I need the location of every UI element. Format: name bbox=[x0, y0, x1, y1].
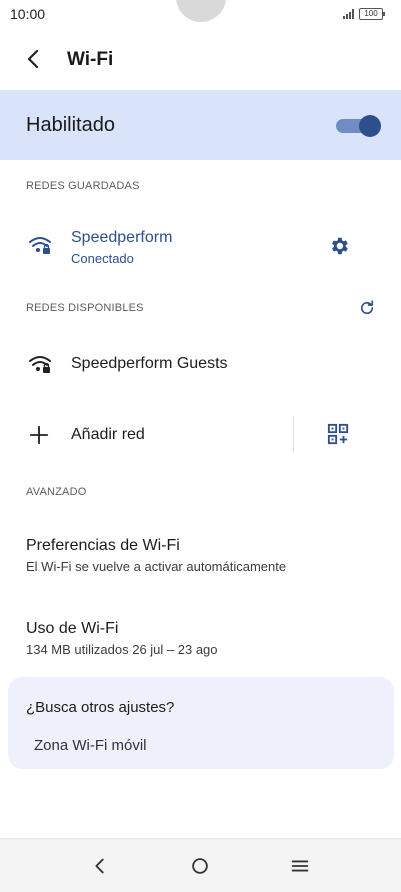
add-network-label: Añadir red bbox=[71, 426, 145, 443]
page-title: Wi-Fi bbox=[67, 49, 114, 70]
available-network-name: Speedperform Guests bbox=[71, 355, 228, 372]
nav-back-icon[interactable] bbox=[89, 855, 111, 877]
camera-notch bbox=[176, 0, 226, 22]
refresh-icon[interactable] bbox=[358, 299, 376, 317]
available-network-item[interactable]: Speedperform Guests bbox=[0, 338, 401, 390]
toggle-thumb bbox=[359, 115, 381, 137]
hotspot-link[interactable]: Zona Wi-Fi móvil bbox=[34, 737, 147, 754]
vertical-divider bbox=[293, 416, 294, 452]
navigation-bar bbox=[0, 838, 401, 892]
saved-network-item[interactable]: Speedperform Conectado bbox=[0, 218, 401, 274]
saved-network-status: Conectado bbox=[71, 251, 134, 266]
wifi-usage-item[interactable]: Uso de Wi-Fi 134 MB utilizados 26 jul – … bbox=[0, 608, 401, 664]
status-icons: 100 bbox=[343, 8, 385, 20]
plus-icon bbox=[29, 425, 49, 445]
wifi-preferences-title: Preferencias de Wi-Fi bbox=[26, 537, 180, 554]
status-bar: 10:00 100 bbox=[0, 0, 401, 30]
back-arrow-icon[interactable] bbox=[22, 47, 46, 71]
gear-icon[interactable] bbox=[328, 235, 350, 257]
wifi-preferences-subtitle: El Wi-Fi se vuelve a activar automáticam… bbox=[26, 559, 287, 574]
app-bar: Wi-Fi bbox=[0, 38, 401, 82]
wifi-locked-icon bbox=[29, 237, 51, 254]
wifi-toggle-row[interactable]: Habilitado bbox=[0, 90, 401, 160]
advanced-header: AVANZADO bbox=[26, 486, 87, 498]
status-time: 10:00 bbox=[10, 6, 46, 22]
saved-networks-header: REDES GUARDADAS bbox=[26, 180, 140, 192]
saved-network-name: Speedperform bbox=[71, 229, 173, 246]
wifi-toggle-switch[interactable] bbox=[336, 115, 382, 137]
wifi-usage-title: Uso de Wi-Fi bbox=[26, 620, 119, 637]
battery-icon: 100 bbox=[359, 8, 385, 20]
search-suggestions-card: ¿Busca otros ajustes? Zona Wi-Fi móvil bbox=[8, 677, 394, 769]
qr-code-icon[interactable] bbox=[327, 423, 349, 445]
signal-icon bbox=[343, 9, 354, 19]
wifi-locked-icon bbox=[29, 356, 51, 373]
nav-menu-icon[interactable] bbox=[289, 855, 311, 877]
search-card-title: ¿Busca otros ajustes? bbox=[26, 699, 175, 716]
wifi-toggle-label: Habilitado bbox=[26, 114, 115, 136]
wifi-preferences-item[interactable]: Preferencias de Wi-Fi El Wi-Fi se vuelve… bbox=[0, 526, 401, 582]
add-network-row[interactable]: Añadir red bbox=[0, 414, 401, 456]
nav-home-icon[interactable] bbox=[189, 855, 211, 877]
available-networks-header: REDES DISPONIBLES bbox=[26, 302, 144, 314]
wifi-usage-subtitle: 134 MB utilizados 26 jul – 23 ago bbox=[26, 642, 218, 657]
